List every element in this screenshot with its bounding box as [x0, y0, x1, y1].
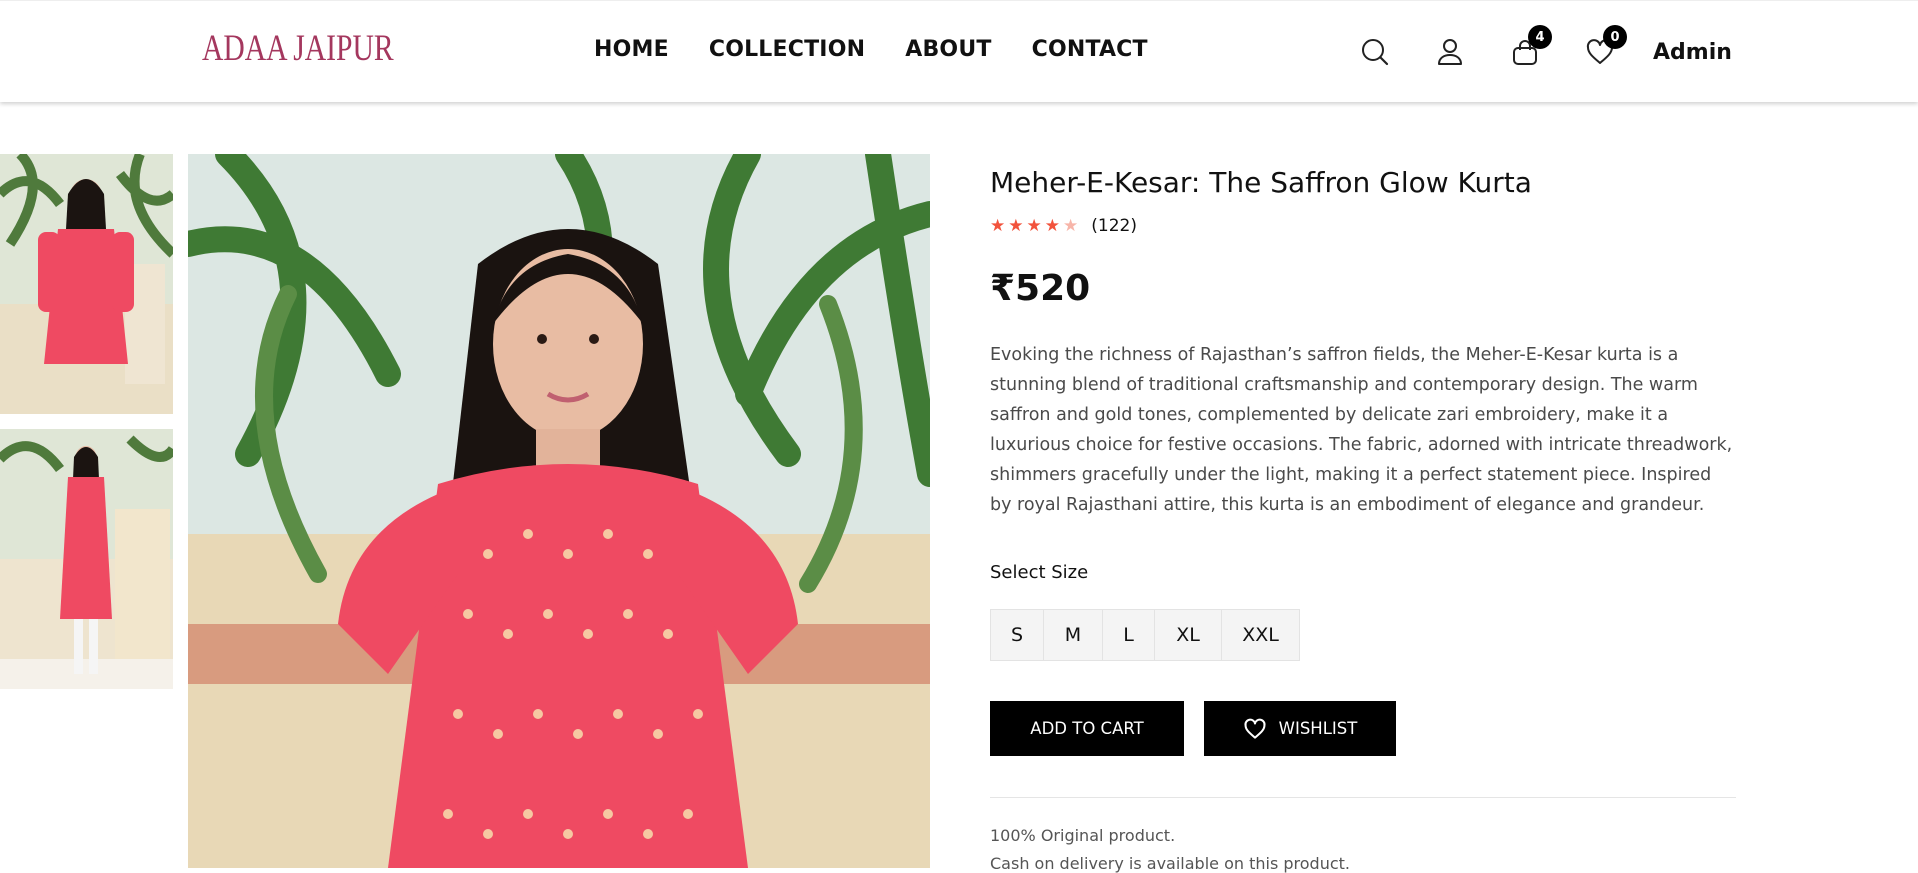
heart-icon — [1243, 718, 1267, 740]
thumbnail-image-1[interactable] — [0, 154, 173, 414]
nav-contact[interactable]: CONTACT — [1032, 37, 1148, 62]
main-nav: HOME COLLECTION ABOUT CONTACT — [594, 37, 1148, 62]
wishlist-button[interactable]: WISHLIST — [1204, 701, 1396, 756]
review-count: (122) — [1091, 216, 1137, 236]
user-name-link[interactable]: Admin — [1653, 40, 1732, 65]
thumbnail-gallery — [0, 154, 173, 704]
heart-icon[interactable]: 0 — [1585, 25, 1627, 67]
product-description: Evoking the richness of Rajasthan’s saff… — [990, 345, 1733, 515]
star-empty-icon: ★ — [1063, 215, 1079, 236]
header-icons: 4 0 Admin — [1360, 25, 1732, 67]
divider — [990, 797, 1736, 798]
brand-logo[interactable]: ADAA JAIPUR — [202, 27, 394, 70]
product-rating: ★ ★ ★ ★ ★ (122) — [990, 216, 1137, 236]
search-icon[interactable] — [1360, 37, 1390, 67]
user-icon[interactable] — [1435, 37, 1465, 67]
site-header: ADAA JAIPUR HOME COLLECTION ABOUT CONTAC… — [0, 0, 1918, 102]
nav-about[interactable]: ABOUT — [905, 37, 991, 62]
nav-collection[interactable]: COLLECTION — [709, 37, 865, 62]
cart-count-badge: 4 — [1528, 25, 1552, 49]
star-icon: ★ — [1026, 215, 1042, 236]
size-option-l[interactable]: L — [1102, 609, 1155, 661]
product-title: Meher-E-Kesar: The Saffron Glow Kurta — [990, 166, 1532, 199]
size-selector: S M L XL XXL — [990, 609, 1300, 661]
nav-home[interactable]: HOME — [594, 37, 669, 62]
size-option-m[interactable]: M — [1043, 609, 1103, 661]
note-cash-on-delivery: Cash on delivery is available on this pr… — [990, 854, 1350, 873]
size-option-s[interactable]: S — [990, 609, 1044, 661]
star-icon: ★ — [990, 215, 1006, 236]
cart-icon[interactable]: 4 — [1510, 25, 1552, 67]
main-product-image[interactable] — [188, 154, 930, 868]
add-to-cart-label: ADD TO CART — [1030, 719, 1144, 738]
note-original-product: 100% Original product. — [990, 826, 1176, 845]
wishlist-count-badge: 0 — [1603, 25, 1627, 49]
star-icon: ★ — [1044, 215, 1060, 236]
thumbnail-image-2[interactable] — [0, 429, 173, 689]
size-option-xxl[interactable]: XXL — [1221, 609, 1300, 661]
add-to-cart-button[interactable]: ADD TO CART — [990, 701, 1184, 756]
wishlist-label: WISHLIST — [1278, 719, 1358, 738]
size-option-xl[interactable]: XL — [1154, 609, 1222, 661]
star-icon: ★ — [1008, 215, 1024, 236]
size-label: Select Size — [990, 562, 1089, 583]
product-price: ₹520 — [990, 268, 1091, 309]
